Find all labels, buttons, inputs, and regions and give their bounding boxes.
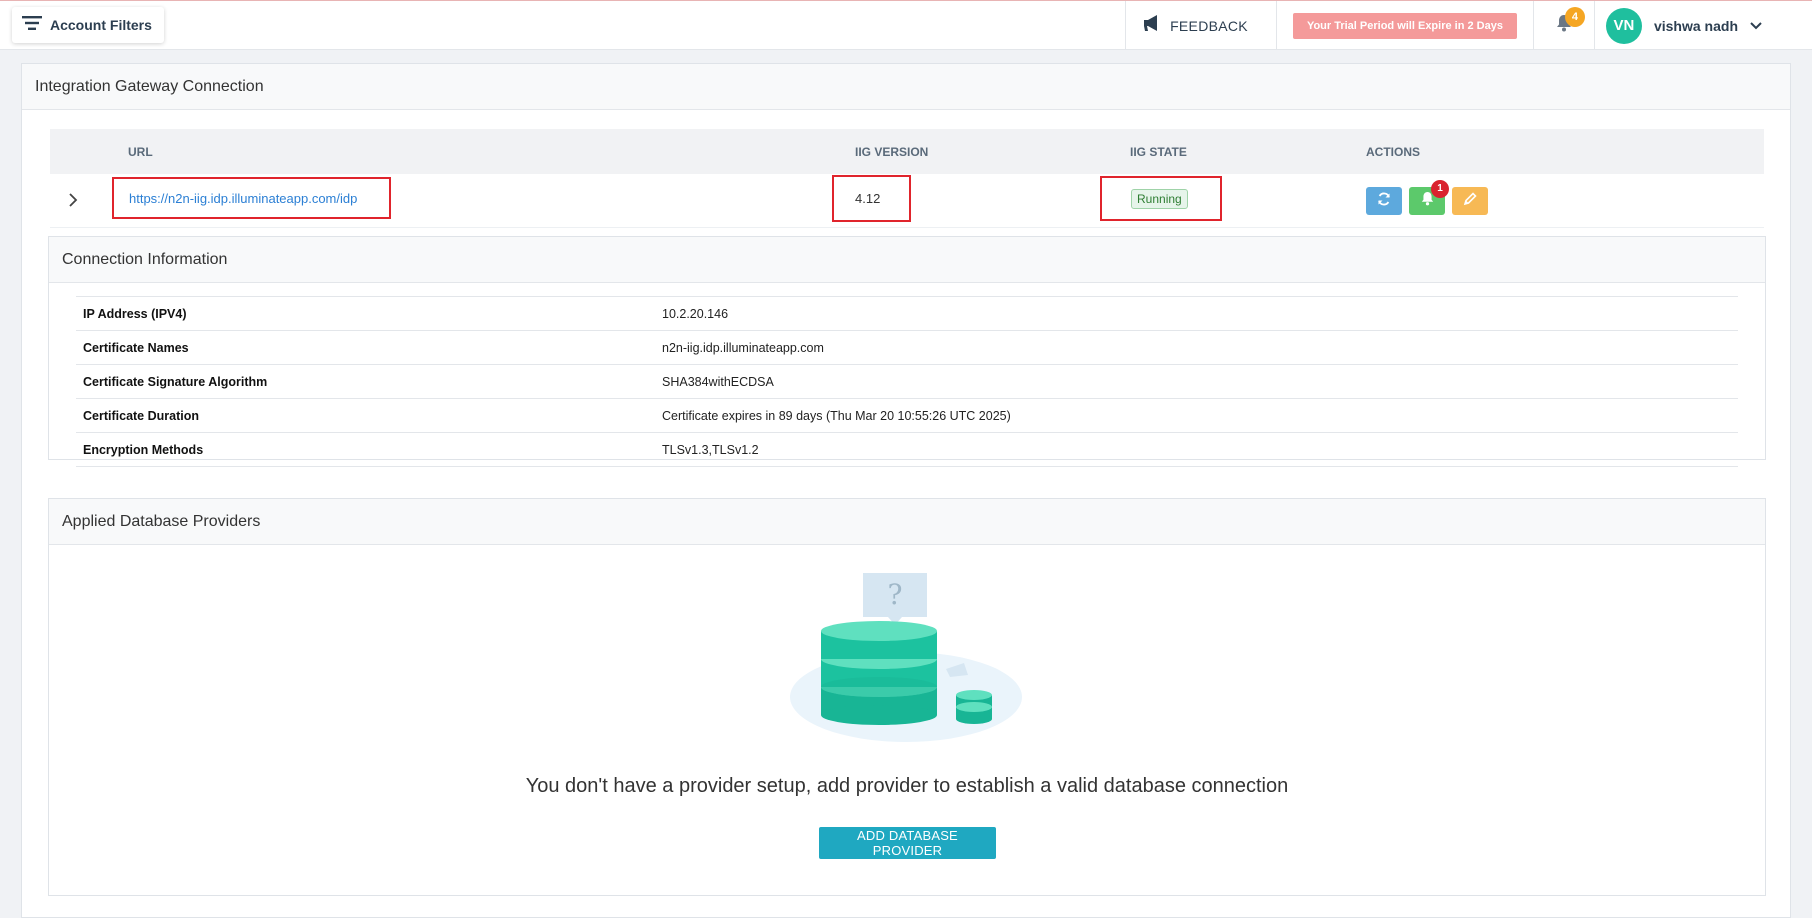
gateway-table: URL IIG VERSION IIG STATE ACTIONS https:… [50,129,1764,228]
connection-information-panel: Connection Information IP Address (IPV4)… [48,236,1766,467]
trial-expiry-notice[interactable]: Your Trial Period will Expire in 2 Days [1292,12,1517,39]
table-row: Certificate Signature Algorithm SHA384wi… [76,365,1738,399]
database-providers-panel: Applied Database Providers ? You don't h… [48,498,1766,896]
table-row: Certificate Names n2n-iig.idp.illuminate… [76,331,1738,365]
table-row: https://n2n-iig.idp.illuminateapp.com/id… [50,174,1764,228]
empty-state-message: You don't have a provider setup, add pro… [525,775,1289,797]
column-header-state: IIG STATE [1130,145,1187,159]
pencil-icon [1463,191,1477,211]
alert-count-badge: 1 [1431,180,1449,198]
top-bar: Account Filters FEEDBACK Your Trial Peri… [0,0,1812,50]
url-cell: https://n2n-iig.idp.illuminateapp.com/id… [112,177,391,219]
table-row: Certificate Duration Certificate expires… [76,399,1738,433]
user-menu[interactable]: VN vishwa nadh [1595,1,1812,50]
integration-gateway-panel: Integration Gateway Connection URL IIG V… [21,63,1791,918]
expand-row-icon[interactable] [68,192,78,213]
empty-database-illustration: ? [784,569,1024,754]
state-cell: Running [1100,176,1222,221]
megaphone-icon [1142,14,1162,37]
info-label: Certificate Duration [83,409,199,423]
avatar: VN [1605,7,1642,44]
notifications-button[interactable]: 4 [1534,1,1594,50]
user-name: vishwa nadh [1653,17,1738,34]
svg-text:?: ? [887,578,902,611]
account-filters-button[interactable]: Account Filters [12,7,164,43]
table-header: URL IIG VERSION IIG STATE ACTIONS [50,129,1764,174]
section-title: Connection Information [49,237,1765,283]
section-title: Applied Database Providers [49,499,1765,545]
info-label: IP Address (IPV4) [83,307,187,321]
filter-menu-icon [22,15,42,35]
status-badge: Running [1131,188,1188,209]
account-filters-label: Account Filters [50,17,152,33]
notification-count-badge: 4 [1564,7,1585,27]
version-cell: 4.12 [832,175,911,222]
table-row: Encryption Methods TLSv1.3,TLSv1.2 [76,433,1738,467]
info-value: SHA384withECDSA [662,375,774,389]
column-header-url: URL [128,145,153,159]
info-value: Certificate expires in 89 days (Thu Mar … [662,409,1011,423]
refresh-icon [1377,192,1391,211]
iig-version: 4.12 [855,191,881,206]
add-database-provider-button[interactable]: ADD DATABASE PROVIDER [819,827,996,859]
column-header-version: IIG VERSION [855,145,929,159]
connection-info-table: IP Address (IPV4) 10.2.20.146 Certificat… [76,296,1738,467]
info-label: Certificate Names [83,341,189,355]
info-value: n2n-iig.idp.illuminateapp.com [662,341,824,355]
feedback-label: FEEDBACK [1170,17,1248,34]
info-value: TLSv1.3,TLSv1.2 [662,443,759,457]
feedback-button[interactable]: FEEDBACK [1126,1,1276,50]
table-row: IP Address (IPV4) 10.2.20.146 [76,297,1738,331]
refresh-button[interactable] [1366,187,1402,215]
panel-title: Integration Gateway Connection [22,64,1790,110]
info-label: Certificate Signature Algorithm [83,375,268,389]
alerts-button[interactable]: 1 [1409,180,1449,215]
gateway-url-link[interactable]: https://n2n-iig.idp.illuminateapp.com/id… [129,191,357,206]
info-label: Encryption Methods [83,443,204,457]
chevron-down-icon [1750,17,1762,35]
info-value: 10.2.20.146 [662,307,729,321]
edit-button[interactable] [1452,187,1488,215]
column-header-actions: ACTIONS [1366,145,1420,159]
